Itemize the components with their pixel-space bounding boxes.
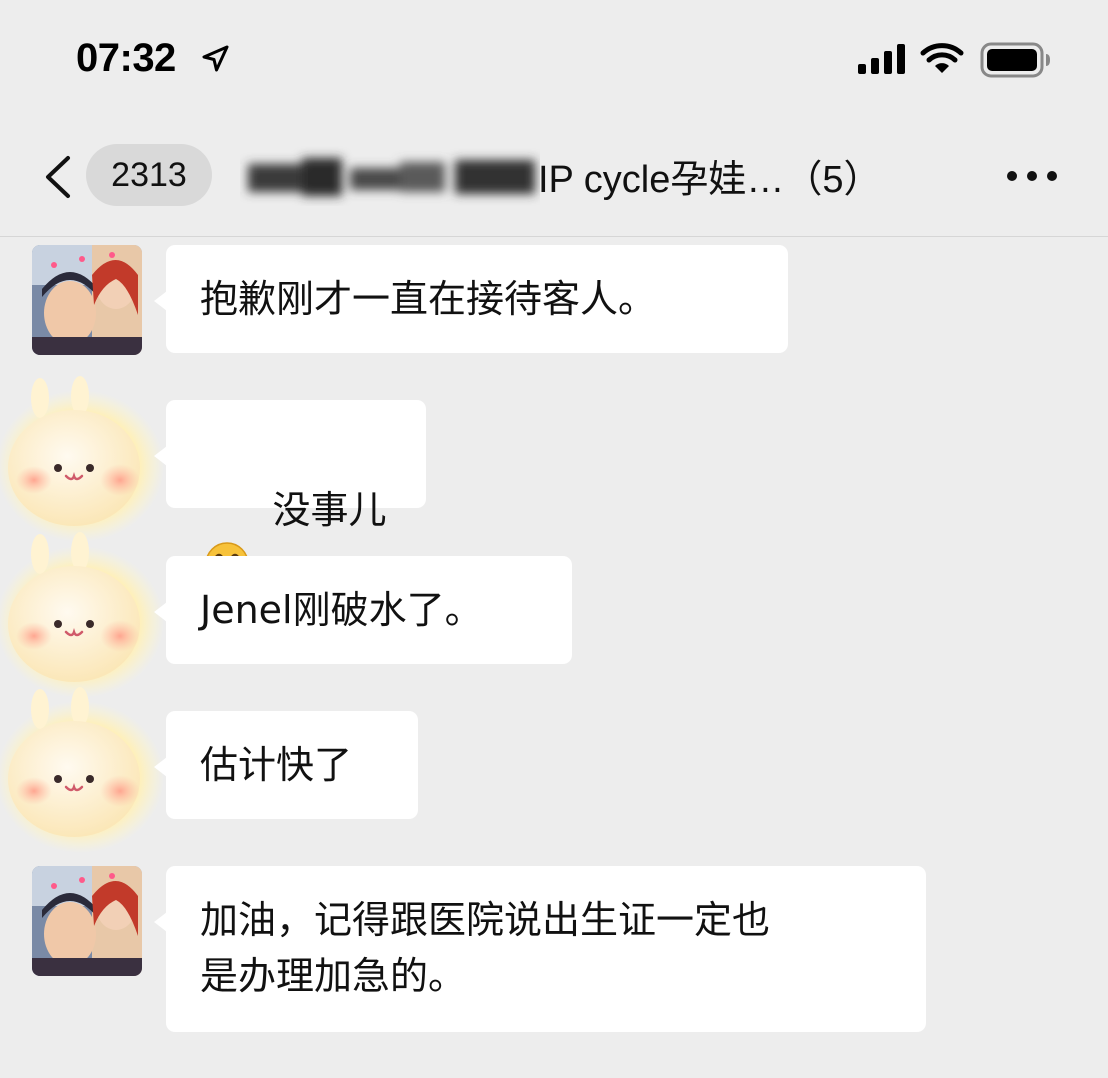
cellular-signal-icon xyxy=(858,44,905,74)
message-bubble[interactable]: Jenel刚破水了。 xyxy=(166,556,572,664)
unread-count-badge[interactable]: 2313 xyxy=(86,144,212,206)
photo-avatar[interactable] xyxy=(32,245,142,355)
battery-icon xyxy=(980,42,1050,78)
message-bubble[interactable]: 没事儿 xyxy=(166,400,426,586)
chat-screen: 07:32 2313 IP cycle孕娃…（5） 抱歉刚才一直在接待客人。 没… xyxy=(0,0,1108,1078)
status-bar: 07:32 xyxy=(0,0,1108,110)
photo-avatar[interactable] xyxy=(32,866,142,976)
bunny-avatar[interactable] xyxy=(0,368,166,542)
ellipsis-icon[interactable] xyxy=(1006,170,1058,182)
chevron-left-icon[interactable] xyxy=(42,154,74,200)
message-row: 抱歉刚才一直在接待客人。 xyxy=(0,245,1108,357)
location-arrow-icon xyxy=(202,45,229,72)
chat-title: IP cycle孕娃…（5） xyxy=(538,159,882,201)
message-text: 没事儿 xyxy=(272,488,387,532)
bunny-avatar[interactable] xyxy=(0,679,166,853)
message-bubble[interactable]: 抱歉刚才一直在接待客人。 xyxy=(166,245,788,353)
chat-nav-bar: 2313 IP cycle孕娃…（5） xyxy=(0,118,1108,237)
message-row: 估计快了 xyxy=(0,687,1108,853)
message-bubble[interactable]: 加油，记得跟医院说出生证一定也 是办理加急的。 xyxy=(166,866,926,1032)
message-row: 加油，记得跟医院说出生证一定也 是办理加急的。 xyxy=(0,866,1108,1034)
bunny-avatar[interactable] xyxy=(0,524,166,698)
message-bubble[interactable]: 估计快了 xyxy=(166,711,418,819)
status-time: 07:32 xyxy=(76,36,176,80)
wifi-icon xyxy=(920,43,964,73)
message-row: 没事儿 xyxy=(0,376,1108,586)
redacted-title-blur xyxy=(248,158,535,196)
message-row: Jenel刚破水了。 xyxy=(0,532,1108,698)
